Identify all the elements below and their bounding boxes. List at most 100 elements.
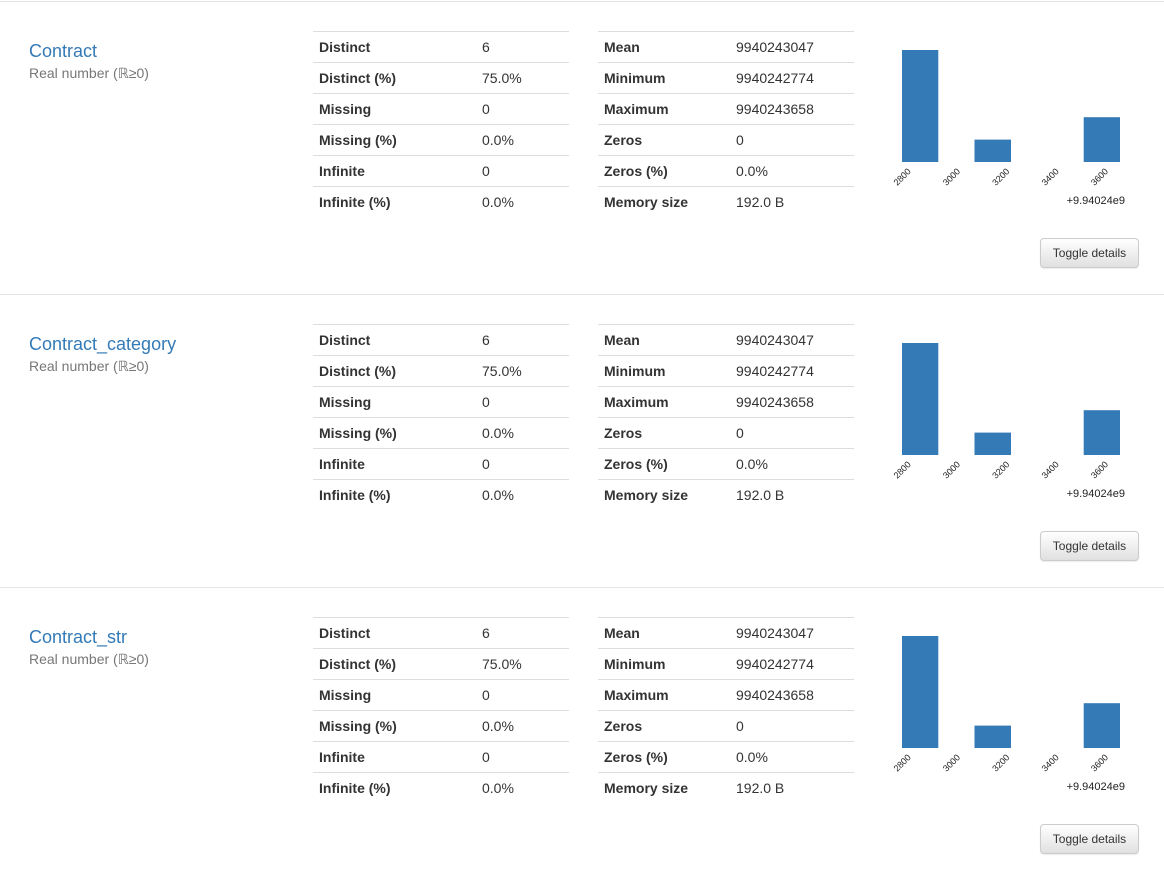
x-tick-label: 3400 <box>1040 459 1061 480</box>
table-row: Memory size 192.0 B <box>598 479 854 511</box>
stat-label: Minimum <box>598 62 730 94</box>
stat-label: Infinite <box>313 448 476 480</box>
stat-value: 9940242774 <box>730 355 854 387</box>
variable-name-link[interactable]: Contract_category <box>29 334 176 355</box>
table-row: Missing (%) 0.0% <box>313 124 569 156</box>
table-row: Missing 0 <box>313 93 569 125</box>
stat-value: 9940243658 <box>730 386 854 418</box>
stat-label: Zeros <box>598 417 730 449</box>
x-tick-label: 3600 <box>1089 459 1110 480</box>
stat-value: 192.0 B <box>730 479 854 511</box>
stat-value: 6 <box>476 31 569 63</box>
table-row: Maximum 9940243658 <box>598 679 854 711</box>
x-tick-label: 2800 <box>892 166 913 187</box>
table-row: Zeros (%) 0.0% <box>598 155 854 187</box>
variable-section: Contract_str Real number (ℝ≥0) Distinct 6… <box>0 588 1164 881</box>
stat-label: Zeros (%) <box>598 448 730 480</box>
stat-label: Distinct <box>313 324 476 356</box>
variable-name-link[interactable]: Contract_str <box>29 627 127 648</box>
stat-label: Distinct <box>313 617 476 649</box>
table-row: Maximum 9940243658 <box>598 93 854 125</box>
variable-type: Real number (ℝ≥0) <box>29 651 149 667</box>
stat-value: 0.0% <box>476 186 569 218</box>
toggle-details-button[interactable]: Toggle details <box>1040 531 1139 561</box>
table-row: Minimum 9940242774 <box>598 355 854 387</box>
stat-value: 9940243047 <box>730 31 854 63</box>
table-row: Infinite 0 <box>313 448 569 480</box>
x-tick-label: 2800 <box>892 459 913 480</box>
x-tick-label: 2800 <box>892 752 913 773</box>
x-tick-label: 3400 <box>1040 166 1061 187</box>
table-row: Memory size 192.0 B <box>598 772 854 804</box>
stats-table-right: Mean 9940243047 Minimum 9940242774 Maximum… <box>598 31 854 218</box>
stat-value: 0 <box>476 93 569 125</box>
histogram-bar <box>1083 117 1120 162</box>
x-tick-label: 3600 <box>1089 752 1110 773</box>
stat-label: Missing <box>313 679 476 711</box>
stat-value: 0 <box>730 417 854 449</box>
stat-label: Maximum <box>598 93 730 125</box>
x-tick-label: 3200 <box>990 166 1011 187</box>
x-tick-label: 3000 <box>941 752 962 773</box>
stat-value: 0.0% <box>476 417 569 449</box>
table-row: Zeros 0 <box>598 417 854 449</box>
table-row: Zeros 0 <box>598 124 854 156</box>
stat-value: 0.0% <box>476 124 569 156</box>
stat-value: 9940242774 <box>730 62 854 94</box>
table-row: Zeros 0 <box>598 710 854 742</box>
table-row: Memory size 192.0 B <box>598 186 854 218</box>
stat-label: Minimum <box>598 355 730 387</box>
histogram-bar <box>902 343 939 455</box>
histogram-chart: 2800 3000 3200 3400 3600 +9.94024e9 <box>892 50 1125 207</box>
table-row: Zeros (%) 0.0% <box>598 741 854 773</box>
table-row: Minimum 9940242774 <box>598 62 854 94</box>
stat-label: Missing <box>313 93 476 125</box>
stat-label: Infinite <box>313 741 476 773</box>
histogram-bar <box>974 432 1011 455</box>
x-tick-label: 3000 <box>941 166 962 187</box>
table-row: Infinite 0 <box>313 155 569 187</box>
stat-value: 9940243658 <box>730 93 854 125</box>
variable-name-link[interactable]: Contract <box>29 41 97 62</box>
table-row: Mean 9940243047 <box>598 324 854 356</box>
stat-label: Zeros (%) <box>598 155 730 187</box>
stat-label: Maximum <box>598 386 730 418</box>
variable-section: Contract_category Real number (ℝ≥0) Dist… <box>0 295 1164 588</box>
table-row: Infinite (%) 0.0% <box>313 479 569 511</box>
stat-value: 9940243047 <box>730 617 854 649</box>
histogram-chart: 2800 3000 3200 3400 3600 +9.94024e9 <box>892 343 1125 500</box>
table-row: Missing 0 <box>313 679 569 711</box>
stat-value: 0 <box>476 386 569 418</box>
x-tick-label: 3000 <box>941 459 962 480</box>
stat-label: Memory size <box>598 772 730 804</box>
stat-value: 192.0 B <box>730 186 854 218</box>
x-tick-label: 3200 <box>990 459 1011 480</box>
stat-label: Maximum <box>598 679 730 711</box>
stat-label: Distinct (%) <box>313 62 476 94</box>
stat-label: Distinct <box>313 31 476 63</box>
stat-label: Distinct (%) <box>313 355 476 387</box>
table-row: Distinct (%) 75.0% <box>313 355 569 387</box>
stat-value: 9940242774 <box>730 648 854 680</box>
table-row: Zeros (%) 0.0% <box>598 448 854 480</box>
histogram-chart: 2800 3000 3200 3400 3600 +9.94024e9 <box>892 636 1125 793</box>
variable-type: Real number (ℝ≥0) <box>29 65 149 81</box>
histogram-bar <box>902 50 939 162</box>
histogram-bar <box>1083 410 1120 455</box>
histogram-bar <box>974 725 1011 748</box>
stat-value: 0.0% <box>476 479 569 511</box>
toggle-details-button[interactable]: Toggle details <box>1040 238 1139 268</box>
table-row: Distinct (%) 75.0% <box>313 648 569 680</box>
stat-value: 0 <box>476 741 569 773</box>
x-tick-label: 3200 <box>990 752 1011 773</box>
stat-label: Missing (%) <box>313 417 476 449</box>
stat-label: Distinct (%) <box>313 648 476 680</box>
stat-value: 0 <box>476 155 569 187</box>
table-row: Infinite 0 <box>313 741 569 773</box>
stat-value: 0 <box>730 710 854 742</box>
stat-label: Memory size <box>598 479 730 511</box>
stat-value: 9940243658 <box>730 679 854 711</box>
toggle-details-button[interactable]: Toggle details <box>1040 824 1139 854</box>
stat-label: Mean <box>598 31 730 63</box>
stats-table-right: Mean 9940243047 Minimum 9940242774 Maximum… <box>598 324 854 511</box>
